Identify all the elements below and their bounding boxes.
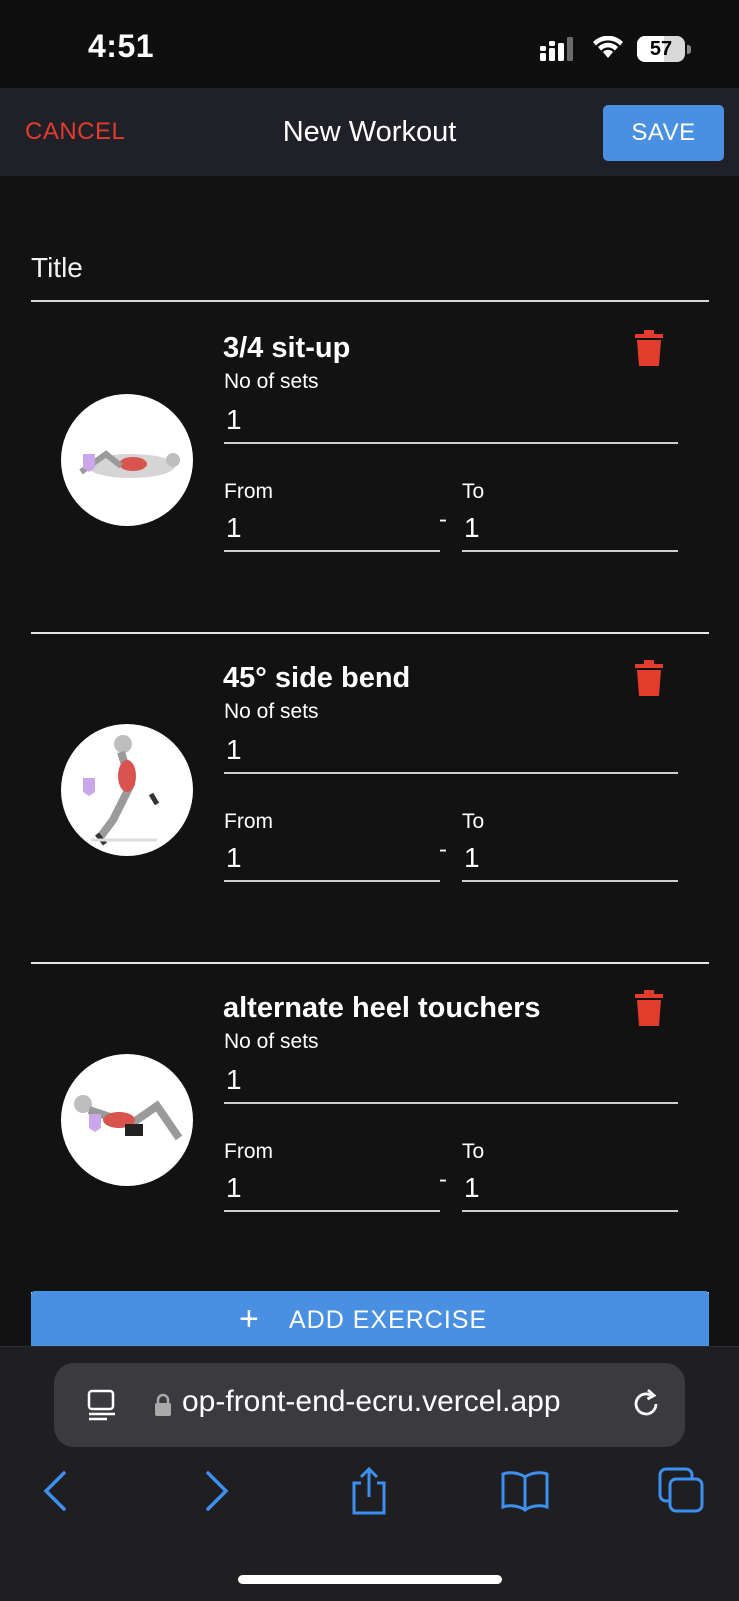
bookmarks-icon[interactable] [500, 1465, 550, 1515]
plus-icon: + [239, 1300, 259, 1338]
to-label: To [462, 1140, 485, 1163]
exercise-thumbnail [61, 394, 193, 526]
reader-icon[interactable] [87, 1389, 117, 1421]
add-exercise-label: ADD EXERCISE [289, 1306, 488, 1334]
back-icon[interactable] [32, 1465, 82, 1515]
signal-icon [540, 37, 573, 61]
exercise-name: alternate heel touchers [223, 992, 541, 1024]
range-dash: - [439, 506, 447, 533]
add-exercise-button[interactable]: + ADD EXERCISE [31, 1291, 709, 1347]
lock-icon [155, 1393, 171, 1416]
to-value: 1 [464, 842, 480, 873]
to-label: To [462, 810, 485, 833]
from-input[interactable]: 1 [224, 510, 440, 552]
forward-icon[interactable] [190, 1465, 240, 1515]
range-dash: - [439, 1166, 447, 1193]
exercise-name: 45° side bend [223, 662, 411, 694]
exercise-card: alternate heel touchers No of sets 1 Fro… [31, 962, 709, 1294]
title-field [31, 252, 709, 302]
exercise-card: 3/4 sit-up No of sets 1 From 1 - To 1 [31, 302, 709, 634]
to-input[interactable]: 1 [462, 840, 678, 882]
wifi-icon [593, 36, 623, 58]
from-input[interactable]: 1 [224, 840, 440, 882]
sets-value: 1 [226, 404, 242, 435]
share-icon[interactable] [344, 1465, 394, 1515]
sets-value: 1 [226, 1064, 242, 1095]
to-input[interactable]: 1 [462, 1170, 678, 1212]
sets-input[interactable]: 1 [224, 402, 678, 444]
to-value: 1 [464, 1172, 480, 1203]
sets-value: 1 [226, 734, 242, 765]
browser-toolbar: op-front-end-ecru.vercel.app [0, 1346, 739, 1601]
sets-input[interactable]: 1 [224, 732, 678, 774]
address-bar[interactable]: op-front-end-ecru.vercel.app [54, 1363, 685, 1447]
sets-label: No of sets [224, 1030, 319, 1053]
from-value: 1 [226, 512, 242, 543]
to-label: To [462, 480, 485, 503]
range-dash: - [439, 836, 447, 863]
battery-tip [687, 45, 691, 54]
from-value: 1 [226, 842, 242, 873]
save-button[interactable]: SAVE [603, 105, 724, 161]
from-value: 1 [226, 1172, 242, 1203]
battery-level: 57 [649, 38, 673, 60]
trash-icon[interactable] [635, 660, 663, 696]
tabs-icon[interactable] [656, 1465, 706, 1515]
trash-icon[interactable] [635, 990, 663, 1026]
battery-icon: 57 [637, 36, 685, 62]
browser-nav [0, 1465, 739, 1525]
home-indicator [238, 1575, 502, 1584]
status-bar: 4:51 57 [0, 0, 739, 88]
from-label: From [224, 480, 273, 503]
sets-input[interactable]: 1 [224, 1062, 678, 1104]
exercise-card: 45° side bend No of sets 1 From 1 - To 1 [31, 632, 709, 964]
reload-icon[interactable] [629, 1387, 663, 1421]
exercise-thumbnail [61, 1054, 193, 1186]
to-value: 1 [464, 512, 480, 543]
url-text: op-front-end-ecru.vercel.app [182, 1385, 561, 1418]
app-header: CANCEL New Workout SAVE [0, 88, 739, 176]
sets-label: No of sets [224, 370, 319, 393]
status-time: 4:51 [88, 28, 155, 64]
exercise-name: 3/4 sit-up [223, 332, 351, 364]
sets-label: No of sets [224, 700, 319, 723]
to-input[interactable]: 1 [462, 510, 678, 552]
from-input[interactable]: 1 [224, 1170, 440, 1212]
trash-icon[interactable] [635, 330, 663, 366]
title-input[interactable] [31, 252, 709, 284]
from-label: From [224, 1140, 273, 1163]
exercise-thumbnail [61, 724, 193, 856]
from-label: From [224, 810, 273, 833]
